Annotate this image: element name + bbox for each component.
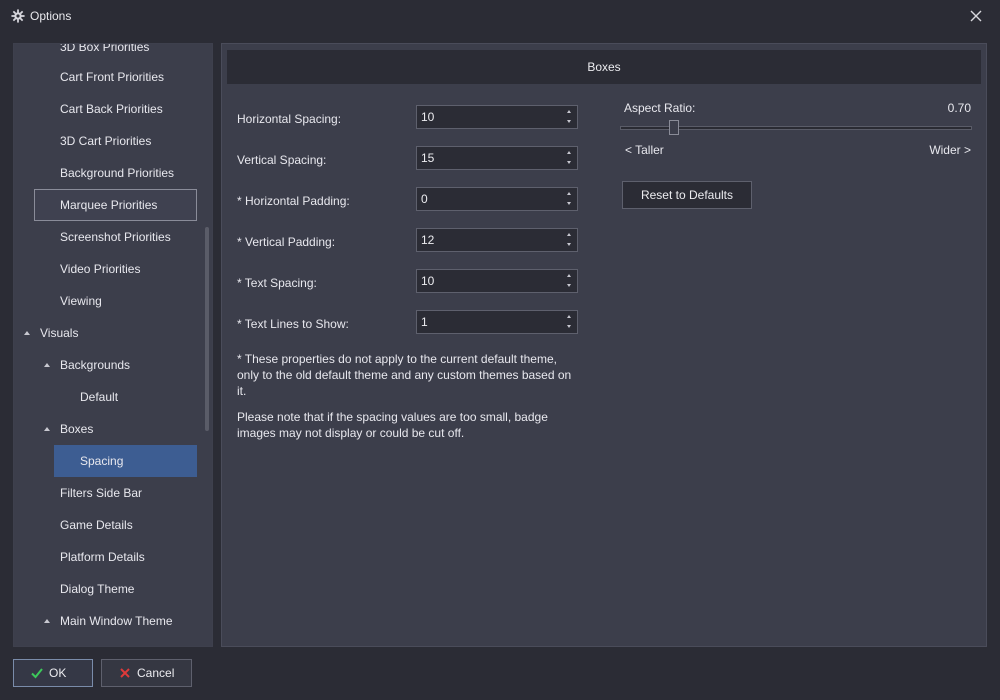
tree-item-label: Visuals: [40, 326, 79, 340]
spin-down-icon[interactable]: [562, 281, 577, 292]
spin-up-icon[interactable]: [562, 106, 577, 117]
horizontal-padding-label: * Horizontal Padding:: [237, 194, 350, 208]
spin-down-icon[interactable]: [562, 199, 577, 210]
tree-item-cart-front-priorities[interactable]: Cart Front Priorities: [60, 61, 164, 93]
spin-up-icon[interactable]: [562, 147, 577, 158]
tree-item-main-window-theme[interactable]: Main Window Theme: [42, 605, 173, 637]
ok-button[interactable]: OK: [13, 659, 93, 687]
expand-arrow-icon[interactable]: [44, 427, 50, 431]
horizontal-padding-input[interactable]: [417, 188, 561, 210]
tree-item-label: Boxes: [60, 422, 94, 436]
text-spacing-label: * Text Spacing:: [237, 276, 317, 290]
spin-down-icon[interactable]: [562, 322, 577, 333]
tree-item-label: Default: [80, 390, 119, 404]
theme-note: * These properties do not apply to the c…: [237, 352, 572, 398]
spin-up-icon[interactable]: [562, 270, 577, 281]
options-tree[interactable]: 3D Box Priorities Cart Front Priorities …: [13, 43, 213, 647]
vertical-padding-stepper[interactable]: [416, 228, 578, 252]
text-spacing-input[interactable]: [417, 270, 561, 292]
spin-up-icon[interactable]: [562, 229, 577, 240]
tree-item-viewing[interactable]: Viewing: [60, 285, 102, 317]
tree-item-label: 3D Cart Priorities: [60, 134, 152, 148]
tree-item-label: Dialog Theme: [60, 582, 135, 596]
taller-label: < Taller: [625, 143, 664, 157]
tree-item-spacing[interactable]: Spacing: [54, 445, 197, 477]
text-lines-to-show-label: * Text Lines to Show:: [237, 317, 349, 331]
ok-button-label: OK: [49, 666, 67, 680]
tree-item-label: 3D Box Priorities: [60, 43, 150, 54]
cancel-button[interactable]: Cancel: [101, 659, 192, 687]
tree-item-label: Screenshot Priorities: [60, 230, 171, 244]
tree-item-cart-back-priorities[interactable]: Cart Back Priorities: [60, 93, 163, 125]
horizontal-spacing-label: Horizontal Spacing:: [237, 112, 342, 126]
tree-item-video-priorities[interactable]: Video Priorities: [60, 253, 140, 285]
tree-item-label: Video Priorities: [60, 262, 141, 276]
gear-icon: [11, 9, 25, 23]
tree-item-dialog-theme[interactable]: Dialog Theme: [60, 573, 134, 605]
vertical-padding-label: * Vertical Padding:: [237, 235, 336, 249]
check-icon: [31, 668, 43, 679]
tree-item-label: Platform Details: [60, 550, 145, 564]
tree-item-3d-cart-priorities[interactable]: 3D Cart Priorities: [60, 125, 151, 157]
tree-item-label: Filters Side Bar: [60, 486, 143, 500]
tree-item-label: Backgrounds: [60, 358, 131, 372]
tree-item-marquee-priorities[interactable]: Marquee Priorities: [34, 189, 197, 221]
tree-scrollbar[interactable]: [205, 227, 209, 431]
tree-item-screenshot-priorities[interactable]: Screenshot Priorities: [60, 221, 171, 253]
expand-arrow-icon[interactable]: [44, 363, 50, 367]
vertical-spacing-label: Vertical Spacing:: [237, 153, 327, 167]
close-icon[interactable]: [968, 8, 984, 24]
cancel-button-label: Cancel: [137, 666, 175, 680]
tree-item-label: Cart Front Priorities: [60, 70, 165, 84]
tree-item-label: Spacing: [80, 454, 124, 468]
spin-up-icon[interactable]: [562, 188, 577, 199]
tree-item-boxes[interactable]: Boxes: [42, 413, 93, 445]
vertical-padding-input[interactable]: [417, 229, 561, 251]
tree-item-game-details[interactable]: Game Details: [60, 509, 133, 541]
title-bar: Options: [0, 0, 1000, 32]
tree-item-platform-details[interactable]: Platform Details: [60, 541, 145, 573]
tree-item-label: Game Details: [60, 518, 133, 532]
tree-item-label: Main Window Theme: [60, 614, 173, 628]
window-title: Options: [30, 9, 72, 23]
tree-item-label: Marquee Priorities: [60, 198, 158, 212]
tree-item-label: Background Priorities: [60, 166, 175, 180]
tree-item-backgrounds[interactable]: Backgrounds: [42, 349, 130, 381]
tree-item-3d-box-priorities[interactable]: 3D Box Priorities: [60, 43, 150, 63]
text-lines-to-show-input[interactable]: [417, 311, 561, 333]
aspect-ratio-value: 0.70: [947, 101, 971, 115]
panel-title: Boxes: [227, 50, 981, 84]
aspect-ratio-slider-thumb[interactable]: [669, 120, 679, 135]
expand-arrow-icon[interactable]: [24, 331, 30, 335]
spin-up-icon[interactable]: [562, 311, 577, 322]
tree-item-visuals[interactable]: Visuals: [22, 317, 78, 349]
horizontal-spacing-input[interactable]: [417, 106, 561, 128]
aspect-ratio-label: Aspect Ratio:: [624, 101, 696, 115]
boxes-settings-panel: Boxes Horizontal Spacing: Vertical Spaci…: [221, 43, 987, 647]
text-spacing-stepper[interactable]: [416, 269, 578, 293]
expand-arrow-icon[interactable]: [44, 619, 50, 623]
text-lines-to-show-stepper[interactable]: [416, 310, 578, 334]
horizontal-spacing-stepper[interactable]: [416, 105, 578, 129]
reset-to-defaults-button[interactable]: Reset to Defaults: [622, 181, 752, 209]
tree-item-label: Cart Back Priorities: [60, 102, 163, 116]
spin-down-icon[interactable]: [562, 117, 577, 128]
wider-label: Wider >: [929, 143, 971, 157]
spin-down-icon[interactable]: [562, 240, 577, 251]
tree-item-background-priorities[interactable]: Background Priorities: [60, 157, 174, 189]
tree-item-filters-side-bar[interactable]: Filters Side Bar: [60, 477, 142, 509]
cancel-x-icon: [120, 668, 130, 678]
vertical-spacing-stepper[interactable]: [416, 146, 578, 170]
vertical-spacing-input[interactable]: [417, 147, 561, 169]
tree-item-label: Viewing: [60, 294, 102, 308]
horizontal-padding-stepper[interactable]: [416, 187, 578, 211]
tree-item-default[interactable]: Default: [80, 381, 118, 413]
spin-down-icon[interactable]: [562, 158, 577, 169]
spacing-warning-note: Please note that if the spacing values a…: [237, 410, 548, 440]
